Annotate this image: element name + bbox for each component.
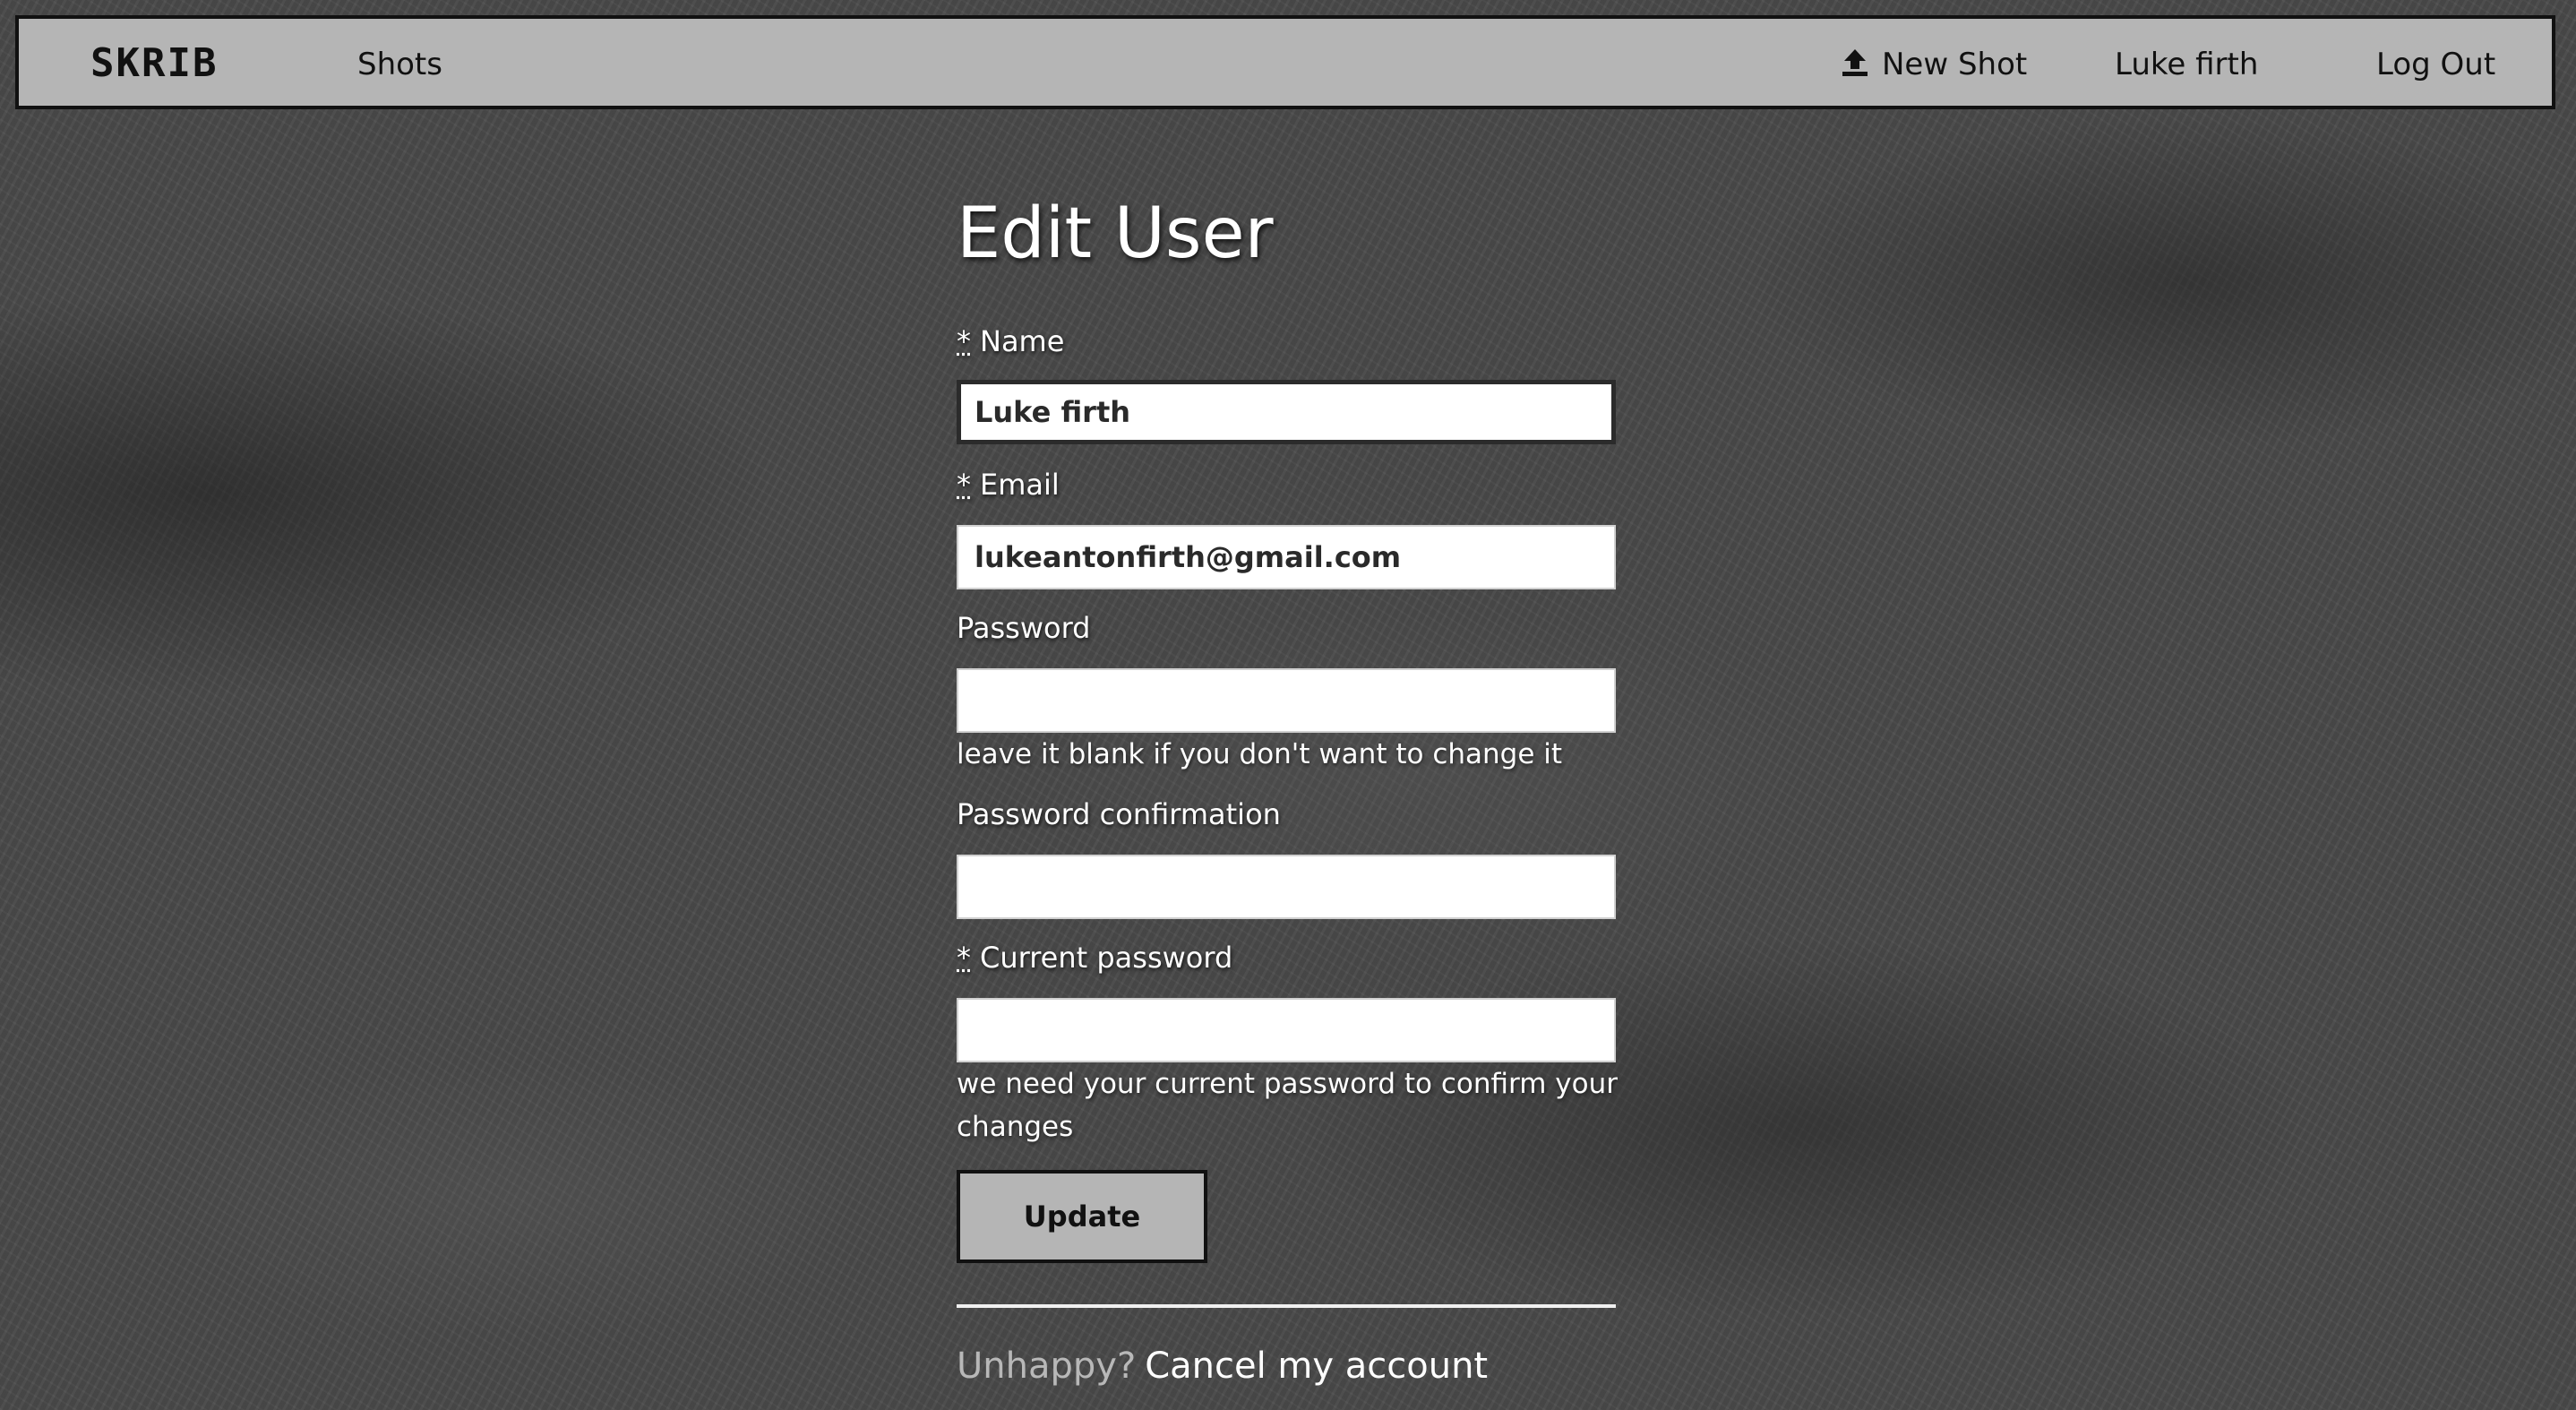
required-marker: *: [957, 324, 971, 358]
email-label: * Email: [957, 468, 1060, 502]
password-confirmation-label-text: Password confirmation: [957, 797, 1281, 831]
divider: [957, 1304, 1616, 1308]
current-password-label: * Current password: [957, 941, 1232, 975]
unhappy-text: Unhappy?: [957, 1346, 1137, 1387]
update-button[interactable]: Update: [957, 1170, 1207, 1263]
cancel-account-section: Unhappy? Cancel my account: [957, 1346, 1488, 1387]
required-marker: *: [957, 468, 971, 502]
name-input[interactable]: [957, 380, 1616, 444]
upload-icon: [1841, 46, 1869, 76]
nav-link-new-shot[interactable]: New Shot: [1841, 42, 2027, 87]
nav-link-log-out[interactable]: Log Out: [2376, 42, 2495, 87]
password-input[interactable]: [957, 668, 1616, 733]
current-password-label-text: Current password: [980, 941, 1233, 975]
name-label: * Name: [957, 324, 1064, 358]
page-title: Edit User: [957, 193, 1274, 274]
password-confirmation-label: Password confirmation: [957, 797, 1281, 831]
nav-new-shot-label: New Shot: [1882, 47, 2028, 82]
email-input[interactable]: [957, 525, 1616, 589]
nav-link-shots[interactable]: Shots: [357, 42, 442, 87]
email-label-text: Email: [980, 468, 1060, 502]
password-confirmation-input[interactable]: [957, 855, 1616, 919]
current-password-input[interactable]: [957, 998, 1616, 1062]
nav-link-user-profile[interactable]: Luke firth: [2115, 42, 2258, 87]
password-label-text: Password: [957, 611, 1091, 645]
top-navbar: SKRIB Shots New Shot Luke firth Log Out: [15, 15, 2555, 109]
current-password-hint: we need your current password to confirm…: [957, 1068, 1618, 1143]
required-marker: *: [957, 941, 971, 975]
name-label-text: Name: [980, 324, 1065, 358]
password-label: Password: [957, 611, 1090, 645]
skrib-logo[interactable]: SKRIB: [90, 39, 216, 89]
password-hint: leave it blank if you don't want to chan…: [957, 738, 1563, 770]
cancel-account-link[interactable]: Cancel my account: [1145, 1346, 1488, 1387]
